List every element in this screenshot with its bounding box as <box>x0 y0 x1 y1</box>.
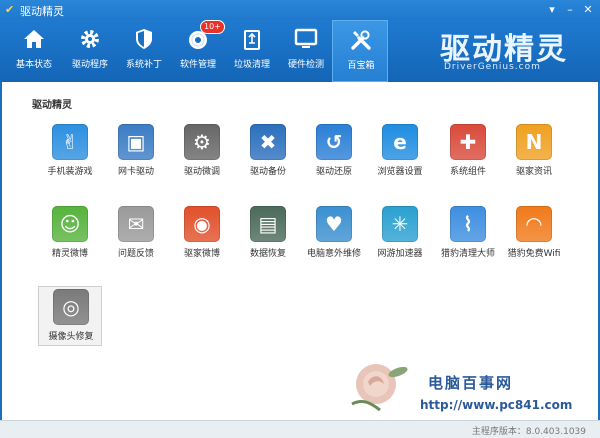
envelope-icon: ✉ <box>118 206 154 242</box>
monitor-icon <box>294 28 318 48</box>
nav-drivers[interactable]: 驱动程序 <box>62 20 118 82</box>
nav-basic-status[interactable]: 基本状态 <box>6 20 62 82</box>
tool-weibo[interactable]: ◉ 驱家微博 <box>170 204 234 264</box>
brand-url: DriverGenius.com <box>444 62 541 72</box>
nav-label: 硬件检测 <box>287 60 324 70</box>
broom-icon: ⌇ <box>450 206 486 242</box>
nav-label: 百宝箱 <box>347 61 375 71</box>
nav-label: 软件管理 <box>179 60 216 70</box>
webcam-icon: ◎ <box>53 289 89 325</box>
status-bar: 主程序版本：8.0.403.1039 <box>0 420 600 438</box>
components-icon: ✚ <box>450 124 486 160</box>
tool-restore[interactable]: ↺ 驱动还原 <box>302 122 366 182</box>
fan-icon: ✳ <box>382 206 418 242</box>
data-recovery-icon: ▤ <box>250 206 286 242</box>
app-logo-icon: ✔ <box>5 3 15 16</box>
recycle-bin-icon <box>244 30 260 50</box>
watermark-title: 电脑百事网 <box>428 374 514 392</box>
skin-icon[interactable]: ▾ <box>544 2 560 17</box>
gear-icon <box>81 30 99 48</box>
update-count-badge: 10+ <box>200 20 225 34</box>
tool-wifi[interactable]: ◠ 猎豹免费Wifi <box>502 204 566 264</box>
watermark: 电脑百事网 http://www.pc841.com <box>342 350 592 420</box>
tool-label: 猎豹免费Wifi <box>507 249 561 259</box>
tool-repair-heart[interactable]: ♥ 电脑意外维修 <box>302 204 366 264</box>
brand-logo: 驱动精灵 DriverGenius.com <box>428 20 588 82</box>
rose-icon <box>351 364 408 412</box>
wrench-screwdriver-icon: ✖ <box>250 124 286 160</box>
nav-toolbox[interactable]: 百宝箱 <box>332 20 388 82</box>
minimize-icon[interactable]: – <box>562 2 578 17</box>
window-controls: ▾ – ✕ <box>544 2 596 17</box>
mobile-game-icon: ✌ <box>52 124 88 160</box>
news-icon: N <box>516 124 552 160</box>
network-card-icon: ▣ <box>118 124 154 160</box>
title-bar: ✔ 驱动精灵 ▾ – ✕ <box>0 0 600 20</box>
nav-junk-clean[interactable]: 垃圾清理 <box>224 20 280 82</box>
tool-chat[interactable]: ☺ 精灵微博 <box>38 204 102 264</box>
tool-mobile-game[interactable]: ✌ 手机装游戏 <box>38 122 102 182</box>
window-title: 驱动精灵 <box>20 5 64 18</box>
tool-ie-browser[interactable]: e 浏览器设置 <box>368 122 432 182</box>
wifi-icon: ◠ <box>516 206 552 242</box>
nav-software-manage[interactable]: 10+ 软件管理 <box>170 20 226 82</box>
restore-icon: ↺ <box>316 124 352 160</box>
home-icon <box>24 30 44 48</box>
repair-heart-icon: ♥ <box>316 206 352 242</box>
tool-news[interactable]: N 驱家资讯 <box>502 122 566 182</box>
shield-icon <box>136 29 152 49</box>
tool-envelope[interactable]: ✉ 问题反馈 <box>104 204 168 264</box>
ie-browser-icon: e <box>382 124 418 160</box>
gears-icon: ⚙ <box>184 124 220 160</box>
tool-gears[interactable]: ⚙ 驱动微调 <box>170 122 234 182</box>
nav-label: 基本状态 <box>15 60 52 70</box>
watermark-url: http://www.pc841.com <box>420 398 573 412</box>
tool-wrench-screwdriver[interactable]: ✖ 驱动备份 <box>236 122 300 182</box>
weibo-icon: ◉ <box>184 206 220 242</box>
tool-network-card[interactable]: ▣ 网卡驱动 <box>104 122 168 182</box>
tool-components[interactable]: ✚ 系统组件 <box>436 122 500 182</box>
nav-label: 驱动程序 <box>71 60 108 70</box>
version-text: 主程序版本：8.0.403.1039 <box>471 427 586 437</box>
nav-label: 系统补丁 <box>125 60 162 70</box>
tools-icon <box>351 30 371 50</box>
tool-fan[interactable]: ✳ 网游加速器 <box>368 204 432 264</box>
tool-broom[interactable]: ⌇ 猎豹清理大师 <box>436 204 500 264</box>
tool-label: 驱家资讯 <box>515 167 552 177</box>
section-title: 驱动精灵 <box>32 100 72 111</box>
nav-label: 垃圾清理 <box>233 60 270 70</box>
tool-data-recovery[interactable]: ▤ 数据恢复 <box>236 204 300 264</box>
tool-label: 摄像头修复 <box>48 332 94 342</box>
chat-icon: ☺ <box>52 206 88 242</box>
tool-webcam[interactable]: ◎ 摄像头修复 <box>38 286 102 346</box>
nav-hardware-check[interactable]: 硬件检测 <box>278 20 334 82</box>
nav-system-patch[interactable]: 系统补丁 <box>116 20 172 82</box>
close-icon[interactable]: ✕ <box>580 2 596 17</box>
